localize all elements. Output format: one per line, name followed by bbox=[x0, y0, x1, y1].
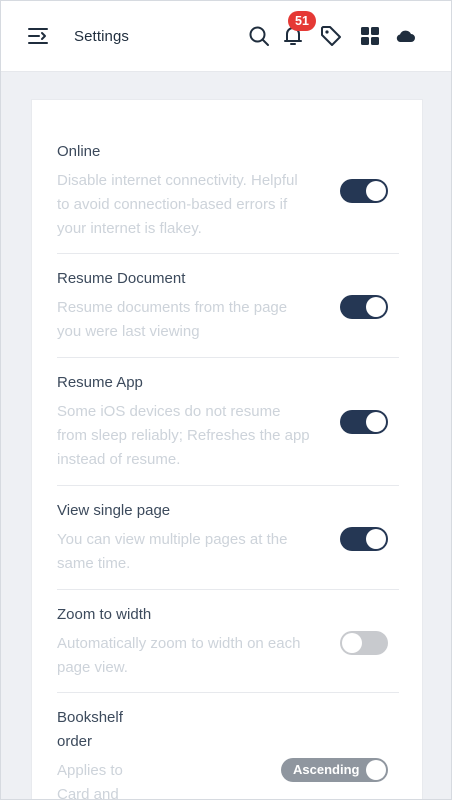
setting-title-line: Bookshelf bbox=[57, 709, 123, 726]
view-single-page-toggle[interactable] bbox=[340, 527, 388, 551]
setting-description-line: you were last viewing bbox=[57, 323, 200, 340]
setting-row-zoom-to-width: Zoom to width Automatically zoom to widt… bbox=[57, 590, 399, 693]
bookshelf-order-value: Ascending bbox=[293, 762, 360, 777]
online-toggle[interactable] bbox=[340, 179, 388, 203]
setting-title-line: order bbox=[57, 733, 93, 750]
setting-description-line: page view. bbox=[57, 659, 128, 676]
tag-icon[interactable] bbox=[320, 25, 342, 47]
setting-description-line: Applies to bbox=[57, 762, 123, 779]
toggle-knob bbox=[366, 181, 386, 201]
setting-description-line: instead of resume. bbox=[57, 451, 181, 468]
setting-row-resume-app: Resume App Some iOS devices do not resum… bbox=[57, 358, 399, 486]
grid-icon[interactable] bbox=[359, 25, 381, 47]
setting-description-line: same time. bbox=[57, 555, 131, 572]
resume-app-toggle[interactable] bbox=[340, 410, 388, 434]
setting-description-line: from sleep reliably; Refreshes the app bbox=[57, 427, 310, 444]
setting-description-line: Disable internet connectivity. Helpful bbox=[57, 172, 298, 189]
setting-description-line: Some iOS devices do not resume bbox=[57, 403, 281, 420]
toggle-knob bbox=[366, 760, 386, 780]
setting-description-line: your internet is flakey. bbox=[57, 220, 202, 237]
setting-title: Resume App bbox=[57, 374, 143, 391]
setting-row-resume-document: Resume Document Resume documents from th… bbox=[57, 254, 399, 358]
setting-row-bookshelf-order: Bookshelf order Applies to Card and Asce… bbox=[57, 693, 399, 800]
setting-description-line: Card and bbox=[57, 786, 119, 800]
settings-card: Online Disable internet connectivity. He… bbox=[31, 99, 423, 800]
setting-description-line: Automatically zoom to width on each bbox=[57, 635, 301, 652]
toggle-knob bbox=[366, 412, 386, 432]
search-icon[interactable] bbox=[248, 25, 270, 47]
setting-row-view-single-page: View single page You can view multiple p… bbox=[57, 486, 399, 590]
toggle-knob bbox=[366, 529, 386, 549]
app-frame: Settings 51 Online Disable internet conn… bbox=[0, 0, 452, 800]
resume-document-toggle[interactable] bbox=[340, 295, 388, 319]
menu-icon[interactable] bbox=[28, 27, 48, 45]
setting-description-line: to avoid connection-based errors if bbox=[57, 196, 288, 213]
zoom-to-width-toggle[interactable] bbox=[340, 631, 388, 655]
setting-row-online: Online Disable internet connectivity. He… bbox=[57, 100, 399, 254]
notification-badge: 51 bbox=[288, 11, 316, 31]
toggle-knob bbox=[366, 297, 386, 317]
setting-description-line: Resume documents from the page bbox=[57, 299, 288, 316]
setting-title: Online bbox=[57, 143, 101, 160]
page-title: Settings bbox=[74, 28, 129, 45]
top-bar: Settings 51 bbox=[1, 1, 451, 72]
toggle-knob bbox=[342, 633, 362, 653]
setting-description-line: You can view multiple pages at the bbox=[57, 531, 288, 548]
setting-title: View single page bbox=[57, 502, 171, 519]
setting-title: Zoom to width bbox=[57, 606, 152, 623]
bookshelf-order-toggle[interactable]: Ascending bbox=[281, 758, 388, 782]
cloud-icon[interactable] bbox=[394, 25, 416, 47]
setting-title: Resume Document bbox=[57, 270, 186, 287]
